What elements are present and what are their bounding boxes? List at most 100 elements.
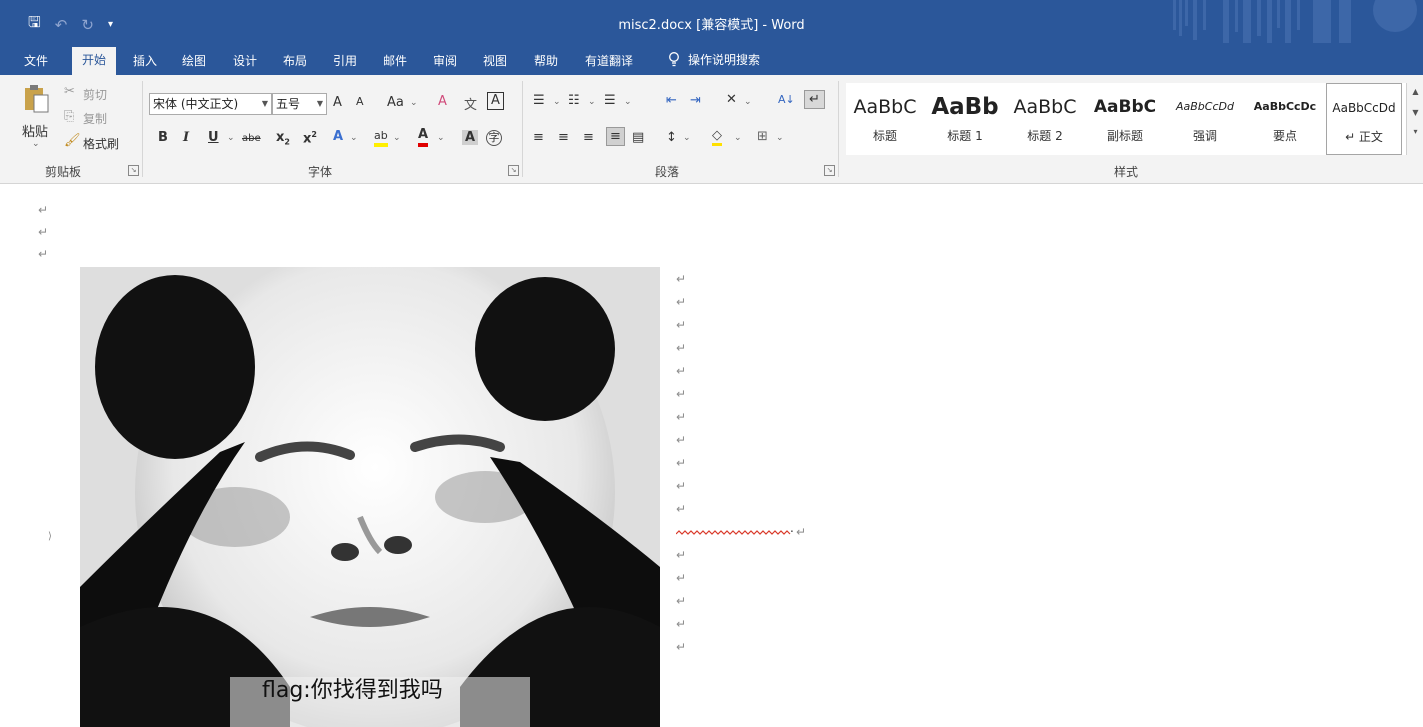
chevron-down-icon[interactable]: ⌄ xyxy=(776,133,784,143)
sort-icon[interactable]: A↓ xyxy=(778,93,795,106)
chevron-down-icon[interactable]: ⌄ xyxy=(227,133,235,143)
scroll-down-icon[interactable]: ▼ xyxy=(1407,108,1423,117)
chevron-down-icon[interactable]: ⌄ xyxy=(437,133,445,143)
chevron-down-icon[interactable]: ⌄ xyxy=(410,98,418,108)
copy-icon[interactable]: ⎘ xyxy=(64,109,74,124)
line-spacing-icon[interactable]: ↕ xyxy=(666,130,677,145)
style-emphasis[interactable]: AaBbCcDd 强调 xyxy=(1166,83,1244,155)
paragraph-mark: ↵ xyxy=(676,433,687,447)
font-color-icon[interactable]: A xyxy=(418,127,429,147)
tab-file[interactable]: 文件 xyxy=(24,52,48,69)
multilevel-list-icon[interactable]: ☰ xyxy=(604,93,616,108)
phonetic-guide-icon[interactable]: 文 xyxy=(464,94,477,113)
tab-youdao[interactable]: 有道翻译 xyxy=(585,52,633,69)
paragraph-mark: ↵ xyxy=(676,272,687,286)
chevron-down-icon[interactable]: ⌄ xyxy=(624,97,632,107)
format-painter-icon[interactable]: 🖌 xyxy=(64,133,81,148)
cut-icon[interactable]: ✂ xyxy=(64,84,75,99)
tab-help[interactable]: 帮助 xyxy=(534,52,558,69)
shrink-font-icon[interactable]: A xyxy=(356,95,364,108)
paragraph-mark: ↵ xyxy=(38,247,49,261)
tab-draw[interactable]: 绘图 xyxy=(182,52,206,69)
borders-icon[interactable]: ⊞ xyxy=(757,129,768,144)
tab-review[interactable]: 审阅 xyxy=(433,52,457,69)
justify-icon[interactable]: ≡ xyxy=(606,127,625,146)
font-name-combobox[interactable]: 宋体 (中文正文) ▼ xyxy=(149,93,272,115)
chevron-down-icon[interactable]: ▼ xyxy=(262,94,268,114)
chevron-down-icon[interactable]: ⌄ xyxy=(683,133,691,143)
tell-me-search[interactable]: 操作说明搜索 xyxy=(668,51,760,68)
more-styles-icon[interactable]: ▾ xyxy=(1407,127,1423,136)
clipboard-launcher-icon[interactable]: ↘ xyxy=(128,165,139,176)
character-border-icon[interactable]: A xyxy=(487,92,504,110)
italic-icon[interactable]: I xyxy=(183,130,189,145)
style-strong[interactable]: AaBbCcDc 要点 xyxy=(1246,83,1324,155)
distributed-icon[interactable]: ▤ xyxy=(632,130,644,145)
spelling-error-underline[interactable] xyxy=(676,530,792,538)
paragraph-mark: ↵ xyxy=(38,225,49,239)
chevron-down-icon[interactable]: ⌄ xyxy=(553,97,561,107)
character-shading-icon[interactable]: A xyxy=(462,130,479,145)
style-preview: AaBbCcDd xyxy=(1176,100,1234,113)
tab-insert[interactable]: 插入 xyxy=(133,52,157,69)
tab-references[interactable]: 引用 xyxy=(333,52,357,69)
chevron-down-icon[interactable]: ⌄ xyxy=(350,133,358,143)
paste-label[interactable]: 粘贴 xyxy=(22,121,48,140)
copy-label[interactable]: 复制 xyxy=(83,110,107,127)
font-size-combobox[interactable]: 五号 ▼ xyxy=(272,93,327,115)
text-effects-icon[interactable]: A xyxy=(333,129,343,144)
chevron-down-icon[interactable]: ▼ xyxy=(317,94,323,114)
subscript-icon[interactable]: x2 xyxy=(276,130,290,147)
align-right-icon[interactable]: ≡ xyxy=(583,130,594,145)
style-heading-2[interactable]: AaBbC 标题 2 xyxy=(1006,83,1084,155)
tab-design[interactable]: 设计 xyxy=(233,52,257,69)
bullets-icon[interactable]: ☰ xyxy=(533,93,545,108)
scroll-up-icon[interactable]: ▲ xyxy=(1407,87,1423,96)
tab-view[interactable]: 视图 xyxy=(483,52,507,69)
chevron-down-icon[interactable]: ⌄ xyxy=(734,133,742,143)
show-formatting-marks-icon[interactable]: ↵ xyxy=(804,90,825,109)
decrease-indent-icon[interactable]: ⇤ xyxy=(666,93,677,108)
style-subtitle[interactable]: AaBbC 副标题 xyxy=(1086,83,1164,155)
panda-meme-image[interactable]: flag:你找得到我吗 xyxy=(80,267,660,727)
superscript-icon[interactable]: x2 xyxy=(303,130,317,146)
document-canvas[interactable]: ↵ ↵ ↵ ⟩ flag:你找得到我吗 ↵ ↵ ↵ ↵ ↵ ↵ ↵ ↵ ↵ ↵ … xyxy=(0,184,1423,727)
tab-layout[interactable]: 布局 xyxy=(283,52,307,69)
align-left-icon[interactable]: ≡ xyxy=(533,130,544,145)
highlight-icon[interactable]: ab xyxy=(374,129,388,147)
style-heading-1[interactable]: AaBb 标题 1 xyxy=(926,83,1004,155)
font-size-value: 五号 xyxy=(276,97,301,111)
asian-layout-icon[interactable]: ✕ xyxy=(726,92,737,107)
style-title[interactable]: AaBbC 标题 xyxy=(846,83,924,155)
anchor-marker: ⟩ xyxy=(48,531,52,542)
clear-formatting-icon[interactable]: A xyxy=(438,94,447,109)
cut-label[interactable]: 剪切 xyxy=(83,86,107,103)
style-normal[interactable]: AaBbCcDd ↵ 正文 xyxy=(1326,83,1402,155)
separator xyxy=(522,81,523,177)
paragraph-launcher-icon[interactable]: ↘ xyxy=(824,165,835,176)
underline-icon[interactable]: U xyxy=(208,130,219,145)
separator xyxy=(838,81,839,177)
style-name: 强调 xyxy=(1192,129,1217,143)
enclose-characters-icon[interactable]: 字 xyxy=(486,130,502,146)
chevron-down-icon[interactable]: ⌄ xyxy=(744,97,752,107)
increase-indent-icon[interactable]: ⇥ xyxy=(690,93,701,108)
paste-dropdown-icon[interactable]: ⌄ xyxy=(32,139,40,149)
grow-font-icon[interactable]: A xyxy=(333,95,342,110)
paragraph-shading-icon[interactable]: ◇ xyxy=(712,128,722,146)
font-launcher-icon[interactable]: ↘ xyxy=(508,165,519,176)
paste-icon[interactable] xyxy=(24,84,50,114)
tab-mailings[interactable]: 邮件 xyxy=(383,52,407,69)
tab-home[interactable]: 开始 xyxy=(72,47,117,75)
format-painter-label[interactable]: 格式刷 xyxy=(83,135,119,152)
chevron-down-icon[interactable]: ⌄ xyxy=(588,97,596,107)
style-preview: AaBb xyxy=(931,94,999,120)
numbering-icon[interactable]: ☷ xyxy=(568,93,580,108)
image-caption: flag:你找得到我吗 xyxy=(262,678,443,703)
strikethrough-icon[interactable]: abe xyxy=(242,133,261,144)
bold-icon[interactable]: B xyxy=(158,130,168,145)
change-case-icon[interactable]: Aa xyxy=(387,95,404,110)
chevron-down-icon[interactable]: ⌄ xyxy=(393,133,401,143)
styles-group-label: 样式 xyxy=(1114,165,1139,179)
center-icon[interactable]: ≡ xyxy=(558,130,569,145)
